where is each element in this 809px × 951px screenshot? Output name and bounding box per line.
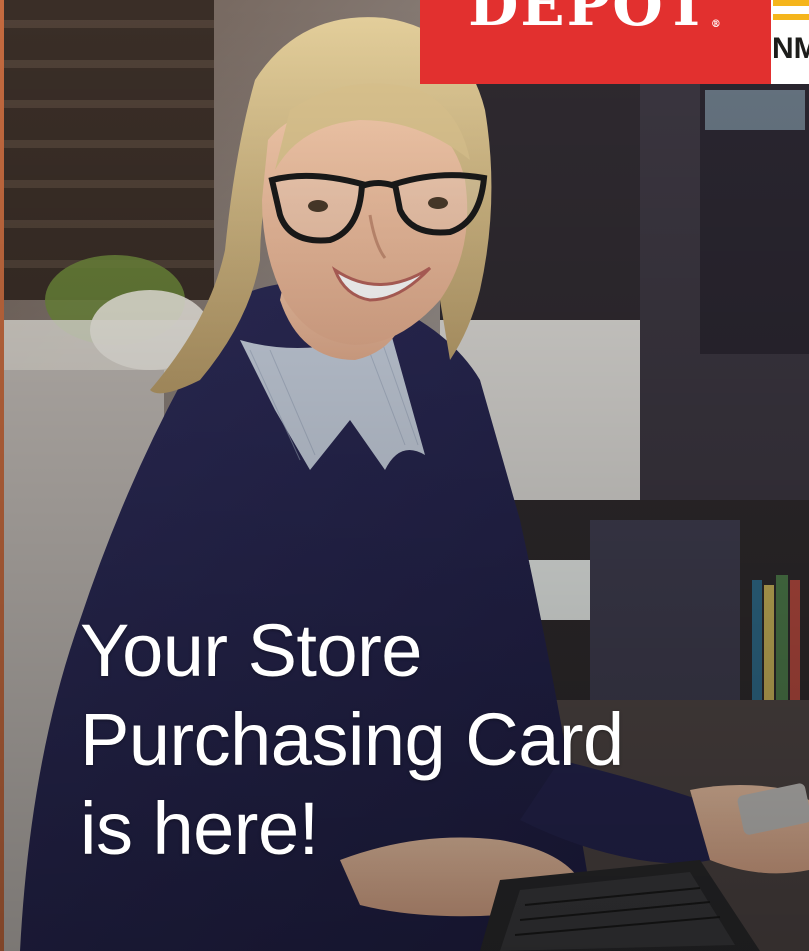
logo-bar-bottom bbox=[773, 14, 809, 20]
partner-logo: NM bbox=[771, 0, 809, 84]
promo-headline: Your Store Purchasing Card is here! bbox=[80, 606, 780, 873]
headline-line-1: Your Store bbox=[80, 609, 422, 692]
headline-line-3: is here! bbox=[80, 787, 319, 870]
promo-banner: DEPOT® NM Your Store Purchasing Card is … bbox=[0, 0, 809, 951]
depot-logo: DEPOT® bbox=[420, 0, 771, 84]
logo-wordmark: DEPOT bbox=[468, 0, 710, 39]
headline-line-2: Purchasing Card bbox=[80, 698, 624, 781]
partner-logo-text: NM bbox=[772, 32, 809, 65]
registered-mark: ® bbox=[710, 19, 723, 30]
logo-bar-top bbox=[773, 0, 809, 6]
